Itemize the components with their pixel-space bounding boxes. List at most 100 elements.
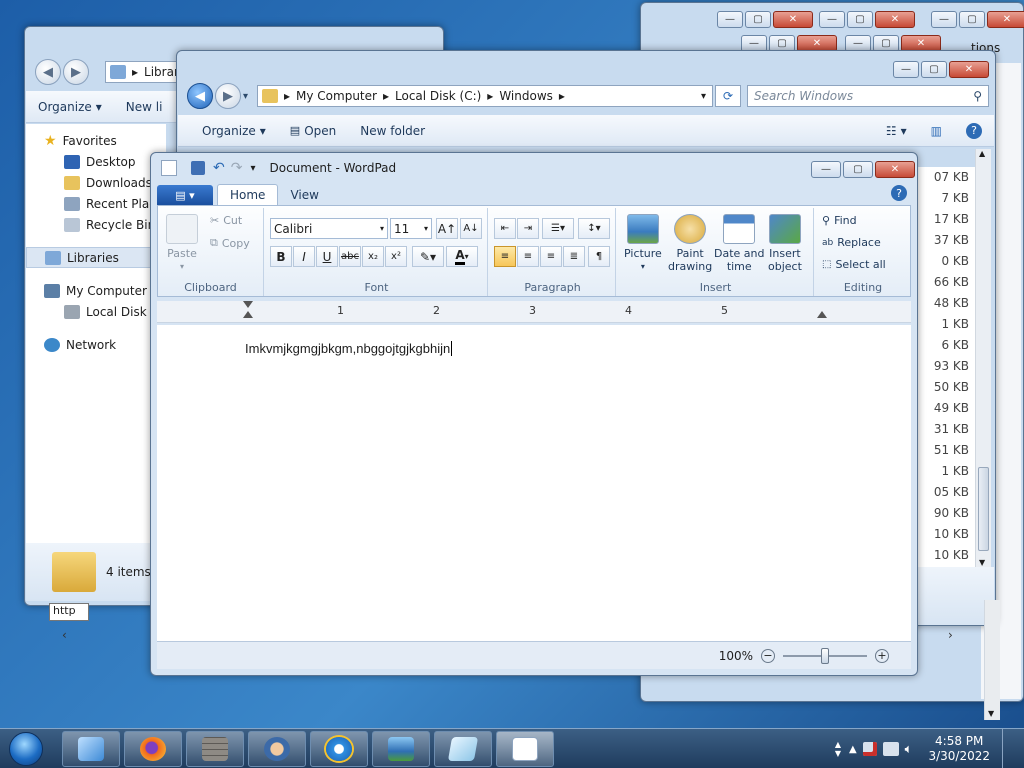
tab-view[interactable]: View — [278, 185, 330, 205]
back-arrow-icon[interactable]: ◀ — [187, 83, 213, 109]
search-input[interactable]: Search Windows ⚲ — [747, 85, 989, 107]
zoom-in-icon[interactable]: + — [875, 648, 889, 663]
text-color-button[interactable]: A ▾ — [446, 246, 478, 267]
strikethrough-button[interactable]: abc — [339, 246, 361, 267]
grow-font-button[interactable]: A↑ — [436, 218, 458, 239]
close-icon[interactable]: ✕ — [987, 11, 1024, 28]
nav-network[interactable]: Network — [26, 334, 166, 355]
crumb-windows[interactable]: Windows — [499, 89, 553, 103]
undo-icon[interactable]: ↶ — [213, 160, 225, 176]
crumb-local-disk[interactable]: Local Disk (C:) — [395, 89, 481, 103]
bold-button[interactable]: B — [270, 246, 292, 267]
vertical-scrollbar[interactable]: ▲ ▼ — [975, 149, 991, 567]
highlight-color-button[interactable]: ✎▾ — [412, 246, 444, 267]
align-center-button[interactable]: ≡ — [517, 246, 539, 267]
organize-button[interactable]: Organize ▾ — [26, 100, 114, 114]
paste-button[interactable]: Paste ▾ — [166, 214, 198, 273]
copy-button[interactable]: ⧉ Copy — [210, 236, 250, 250]
help-button[interactable]: ? — [954, 122, 994, 139]
decrease-indent-button[interactable]: ⇤ — [494, 218, 516, 239]
increase-indent-button[interactable]: ⇥ — [517, 218, 539, 239]
background-horizontal-scroll-left-icon[interactable]: ‹ — [62, 628, 80, 646]
nav-favorites[interactable]: ★ Favorites — [26, 130, 166, 151]
volume-icon[interactable]: 🔈︎ — [905, 742, 913, 757]
justify-button[interactable]: ≣ — [563, 246, 585, 267]
close-icon[interactable]: ✕ — [875, 161, 915, 178]
align-right-button[interactable]: ≡ — [540, 246, 562, 267]
back-arrow-icon[interactable]: ◀ — [35, 59, 61, 85]
document-editor[interactable]: Imkvmjkgmgjbkgm,nbggojtgjkgbhijn — [157, 325, 911, 643]
maximize-icon[interactable]: ▢ — [921, 61, 947, 78]
forward-arrow-icon[interactable]: ▶ — [215, 83, 241, 109]
nav-libraries[interactable]: Libraries — [26, 247, 166, 268]
address-bar[interactable]: ▸ My Computer ▸ Local Disk (C:) ▸ Window… — [257, 85, 713, 107]
background-vertical-scrollbar[interactable]: ▼ — [984, 600, 1000, 720]
font-size-select[interactable]: 11 ▾ — [390, 218, 432, 239]
clock[interactable]: 4:58 PM 3/30/2022 — [928, 734, 990, 764]
bullets-button[interactable]: ☰▾ — [542, 218, 574, 239]
preview-pane-button[interactable]: ▥ — [919, 124, 954, 138]
scroll-up-icon[interactable]: ▲ — [979, 149, 985, 158]
find-button[interactable]: ⚲ Find — [822, 214, 857, 227]
minimize-icon[interactable]: — — [811, 161, 841, 178]
start-button[interactable] — [0, 729, 52, 768]
minimize-icon[interactable]: — — [931, 11, 957, 28]
recent-pages-chevron-icon[interactable]: ▾ — [243, 91, 248, 102]
maximize-icon[interactable]: ▢ — [847, 11, 873, 28]
tab-home[interactable]: Home — [217, 184, 279, 205]
close-icon[interactable]: ✕ — [773, 11, 813, 28]
scroll-down-icon[interactable]: ▼ — [979, 558, 985, 567]
document-text[interactable]: Imkvmjkgmgjbkgm,nbggojtgjkgbhijn — [245, 341, 453, 356]
wordpad-title-bar[interactable]: ↶ ↷ ▾ Document - WordPad — ▢ ✕ — [151, 153, 917, 183]
network-icon[interactable] — [882, 742, 899, 756]
redo-icon[interactable]: ↷ — [231, 160, 243, 176]
minimize-icon[interactable]: — — [717, 11, 743, 28]
left-indent-marker-icon[interactable] — [243, 301, 253, 308]
picture-button[interactable]: Picture ▾ — [624, 214, 662, 273]
customize-quick-access-icon[interactable]: ▾ — [250, 163, 255, 174]
superscript-button[interactable]: x² — [385, 246, 407, 267]
refresh-button[interactable]: ⟳ — [715, 85, 741, 107]
background-horizontal-scroll-right-icon[interactable]: › — [948, 628, 966, 646]
hanging-indent-marker-icon[interactable] — [243, 311, 253, 318]
wordpad-menu-button[interactable]: ▤ ▾ — [157, 185, 213, 205]
taskbar-internet-explorer[interactable] — [310, 730, 368, 767]
forward-arrow-icon[interactable]: ▶ — [63, 59, 89, 85]
close-icon[interactable]: ✕ — [875, 11, 915, 28]
taskbar-app-1[interactable] — [62, 730, 120, 767]
maximize-icon[interactable]: ▢ — [959, 11, 985, 28]
maximize-icon[interactable]: ▢ — [843, 161, 873, 178]
replace-button[interactable]: ab Replace — [822, 236, 881, 249]
taskbar-users[interactable] — [248, 730, 306, 767]
taskbar-photo-viewer[interactable] — [372, 730, 430, 767]
font-family-select[interactable]: Calibri ▾ — [270, 218, 388, 239]
show-hidden-icons-icon[interactable]: ▲ — [849, 744, 857, 755]
minimize-icon[interactable]: — — [819, 11, 845, 28]
nav-recycle-bin[interactable]: Recycle Bin — [26, 214, 166, 235]
scroll-down-icon[interactable]: ▼ — [988, 709, 994, 718]
zoom-slider-thumb[interactable] — [821, 647, 829, 664]
subscript-button[interactable]: x₂ — [362, 246, 384, 267]
cut-button[interactable]: ✂ Cut — [210, 214, 242, 227]
paragraph-settings-button[interactable]: ¶ — [588, 246, 610, 267]
save-icon[interactable] — [191, 161, 205, 175]
italic-button[interactable]: I — [293, 246, 315, 267]
close-icon[interactable]: ✕ — [949, 61, 989, 78]
nav-local-disk[interactable]: Local Disk (C — [26, 301, 166, 322]
right-indent-marker-icon[interactable] — [817, 311, 827, 318]
nav-desktop[interactable]: Desktop — [26, 151, 166, 172]
nav-recent-places[interactable]: Recent Place — [26, 193, 166, 214]
view-options-button[interactable]: ☷ ▾ — [874, 124, 919, 138]
date-time-button[interactable]: Date and time — [714, 214, 764, 273]
shrink-font-button[interactable]: A↓ — [460, 218, 482, 239]
nav-my-computer[interactable]: My Computer — [26, 280, 166, 301]
taskbar-wordpad[interactable] — [496, 730, 554, 767]
tray-scroll-icon[interactable]: ▲ ▼ — [833, 740, 843, 758]
insert-object-button[interactable]: Insert object — [768, 214, 802, 273]
scrollbar-thumb[interactable] — [978, 467, 989, 551]
line-spacing-button[interactable]: ↕▾ — [578, 218, 610, 239]
zoom-out-icon[interactable]: − — [761, 648, 775, 663]
new-folder-button[interactable]: New folder — [348, 124, 437, 138]
taskbar-firefox[interactable] — [124, 730, 182, 767]
select-all-button[interactable]: ⬚ Select all — [822, 258, 886, 271]
